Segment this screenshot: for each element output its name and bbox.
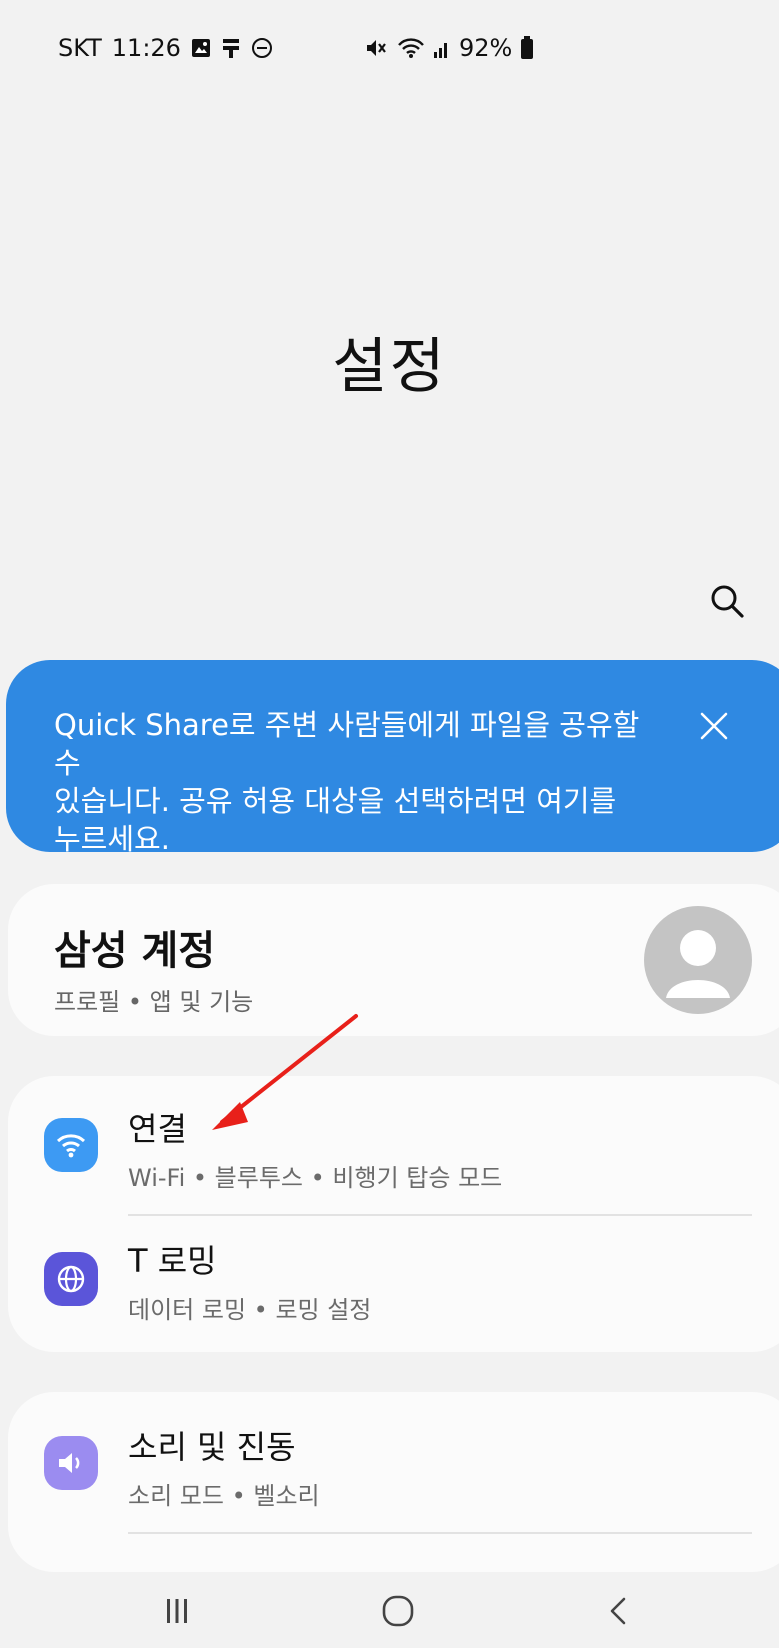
samsung-account-card[interactable]: 삼성 계정 프로필 • 앱 및 기능 [8,884,779,1036]
battery-icon [520,36,534,60]
battery-percent: 92% [459,34,513,62]
divider [128,1532,752,1534]
settings-item-t-roaming[interactable]: T 로밍 데이터 로밍 • 로밍 설정 [8,1216,779,1354]
home-button[interactable] [368,1586,428,1636]
back-icon [610,1597,626,1625]
carrier-label: SKT [58,34,102,62]
navigation-bar [0,1572,779,1648]
settings-item-subtitle: Wi-Fi • 블루투스 • 비행기 탑승 모드 [128,1164,503,1192]
settings-item-sound[interactable]: 소리 및 진동 소리 모드 • 벨소리 [8,1392,779,1530]
speaker-icon [44,1436,98,1490]
close-banner-button[interactable] [698,710,730,742]
wifi-icon [44,1118,98,1172]
home-icon [382,1595,414,1627]
page-title: 설정 [332,332,447,402]
status-bar: SKT 11:26 92% [0,0,779,105]
status-right: 92% [365,34,534,62]
search-button[interactable] [706,580,750,624]
settings-group-sound: 소리 및 진동 소리 모드 • 벨소리 [8,1392,779,1572]
globe-icon [44,1252,98,1306]
recent-apps-button[interactable] [147,1586,207,1636]
quick-share-text: Quick Share로 주변 사람들에게 파일을 공유할 수 있습니다. 공유… [54,708,640,856]
settings-item-subtitle: 소리 모드 • 벨소리 [128,1482,320,1510]
wifi-icon [397,37,425,59]
clock: 11:26 [111,34,181,62]
account-subtitle: 프로필 • 앱 및 기능 [54,988,254,1016]
user-icon [666,930,730,998]
settings-item-connections[interactable]: 연결 Wi-Fi • 블루투스 • 비행기 탑승 모드 [8,1076,779,1214]
settings-item-title: T 로밍 [128,1242,217,1280]
settings-item-title: 연결 [128,1110,187,1148]
settings-item-title: 소리 및 진동 [128,1428,296,1466]
do-not-disturb-icon [251,37,273,59]
recent-apps-icon [167,1599,187,1623]
avatar[interactable] [644,906,752,1014]
quick-share-banner[interactable]: Quick Share로 주변 사람들에게 파일을 공유할 수 있습니다. 공유… [6,660,779,856]
status-left: SKT 11:26 [58,34,273,62]
back-button[interactable] [588,1586,648,1636]
gallery-icon [191,38,211,58]
settings-group-connections: 연결 Wi-Fi • 블루투스 • 비행기 탑승 모드 T 로밍 데이터 로밍 … [8,1076,779,1352]
settings-item-subtitle: 데이터 로밍 • 로밍 설정 [128,1296,372,1324]
usb-debug-icon [221,37,241,59]
search-icon [711,585,744,618]
signal-icon [433,37,451,59]
account-title: 삼성 계정 [54,928,216,974]
mute-icon [365,37,389,59]
close-icon [700,712,728,740]
